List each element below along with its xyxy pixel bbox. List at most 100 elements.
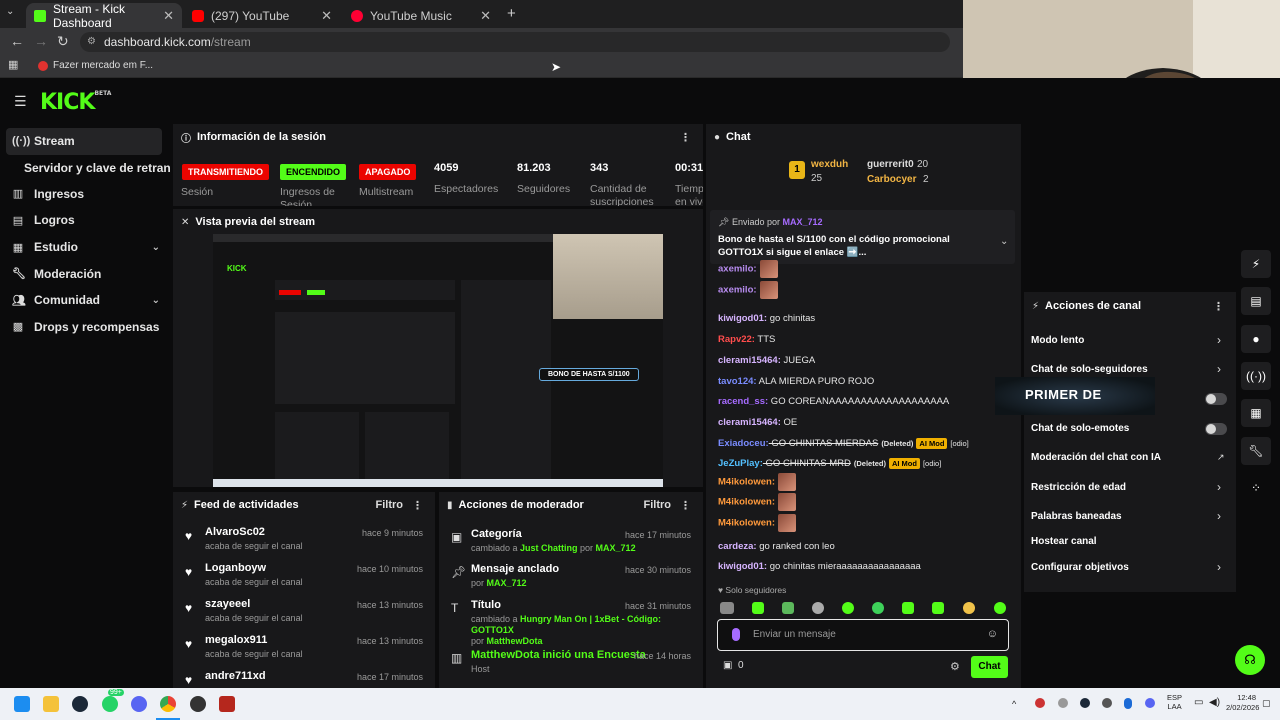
chevron-right-icon[interactable]: › [1217, 480, 1221, 494]
tab-search-icon[interactable]: ⌄ [6, 6, 14, 17]
send-chat-button[interactable]: Chat [971, 656, 1008, 678]
emote-icon[interactable] [720, 602, 734, 614]
chat-username[interactable]: cardeza: [718, 541, 757, 552]
tray-app-icon[interactable] [1035, 698, 1045, 708]
follower-name[interactable]: Loganboyw [205, 562, 266, 574]
close-tab-icon[interactable]: ✕ [163, 8, 174, 24]
bookmark-item[interactable]: Fazer mercado em F... [38, 60, 153, 71]
tab-kick-dashboard[interactable]: Stream - Kick Dashboard ✕ [26, 2, 182, 30]
more-options-icon[interactable]: ⋮ [1213, 300, 1224, 313]
chevron-down-icon[interactable]: ⌄ [1000, 236, 1008, 247]
toggle-switch[interactable] [1205, 393, 1227, 405]
network-icon[interactable]: ▭ [1194, 697, 1203, 708]
sidebar-item-estudio[interactable]: ▦ Estudio ⌄ [0, 234, 170, 261]
bluetooth-icon[interactable] [1124, 698, 1132, 709]
desc-highlight[interactable]: Just Chatting [520, 543, 578, 553]
chat-bubble-icon[interactable]: ● [1241, 325, 1271, 353]
external-link-icon[interactable]: ↗ [1217, 452, 1225, 463]
chat-username[interactable]: kiwigod01: [718, 313, 767, 324]
chat-username[interactable]: Exiadoceu: [718, 438, 769, 449]
sidebar-item-moderacion[interactable]: 🔧︎ Moderación [0, 260, 170, 287]
chat-username[interactable]: Rapv22: [718, 334, 755, 345]
microphone-icon[interactable] [732, 628, 740, 641]
chat-username[interactable]: axemilo: [718, 285, 757, 296]
emote-icon[interactable] [902, 602, 914, 614]
pinned-message[interactable]: 📌︎ Enviado por MAX_712 Bono de hasta el … [710, 210, 1015, 264]
whatsapp-icon[interactable] [102, 696, 118, 712]
emote-icon[interactable] [963, 602, 975, 614]
tray-chevron-icon[interactable]: ^ [1012, 699, 1016, 709]
forward-icon[interactable]: → [34, 33, 48, 49]
language-indicator[interactable]: ESP LAA [1167, 693, 1182, 711]
emote-icon[interactable] [932, 602, 944, 614]
volume-icon[interactable]: ◀) [1209, 697, 1220, 708]
followers-only-option[interactable]: Chat de solo-seguidores [1031, 364, 1148, 375]
chat-username[interactable]: axemilo: [718, 264, 757, 275]
more-options-icon[interactable]: ⋮ [680, 499, 691, 512]
chat-username[interactable]: racend_ss: [718, 396, 768, 407]
chat-input[interactable]: Enviar un mensaje ☺ [717, 619, 1009, 651]
chat-username[interactable]: JeZuPlay: [718, 458, 763, 469]
broadcast-icon[interactable]: ((·)) [1241, 362, 1271, 390]
follower-name[interactable]: AlvaroSc02 [205, 526, 265, 538]
toggle-switch[interactable] [1205, 423, 1227, 435]
filter-button[interactable]: Filtro [644, 499, 672, 511]
emote-icon[interactable] [782, 602, 794, 614]
notifications-icon[interactable]: ▢ [1262, 698, 1271, 709]
chevron-right-icon[interactable]: › [1217, 333, 1221, 347]
new-tab-icon[interactable]: + [507, 5, 516, 22]
follower-name[interactable]: szayeeel [205, 598, 250, 610]
dota-icon[interactable] [219, 696, 235, 712]
chrome-icon[interactable] [160, 696, 176, 712]
banned-words-option[interactable]: Palabras baneadas [1031, 511, 1122, 522]
close-tab-icon[interactable]: ✕ [480, 8, 491, 24]
steam-icon[interactable] [72, 696, 88, 712]
kick-logo[interactable]: KICKBETA [40, 90, 111, 115]
emotes-only-option[interactable]: Chat de solo-emotes [1031, 423, 1129, 434]
host-channel-option[interactable]: Hostear canal [1031, 536, 1097, 547]
desc-user[interactable]: MAX_712 [596, 543, 636, 553]
back-icon[interactable]: ← [10, 33, 24, 49]
stream-preview-video[interactable]: KICK BONO DE HASTA S/1100 [213, 234, 663, 487]
apps-grid-icon[interactable]: ▦ [8, 58, 18, 71]
chat-username[interactable]: kiwigod01: [718, 561, 767, 572]
leaderboard-name[interactable]: wexduh [811, 159, 848, 170]
wrench-icon[interactable]: 🔧︎ [1241, 437, 1271, 465]
obs-icon[interactable] [190, 696, 206, 712]
document-icon[interactable]: ▤ [1241, 287, 1271, 315]
filter-button[interactable]: Filtro [376, 499, 404, 511]
gear-icon[interactable]: ⚙ [950, 660, 960, 673]
close-tab-icon[interactable]: ✕ [321, 8, 332, 24]
tray-discord-icon[interactable] [1145, 698, 1155, 708]
slow-mode-option[interactable]: Modo lento [1031, 335, 1084, 346]
follower-name[interactable]: megalox911 [205, 634, 267, 646]
more-options-icon[interactable]: ⋮ [680, 131, 691, 144]
site-info-icon[interactable]: ⚙ [87, 32, 96, 52]
sidebar-item-server-key[interactable]: Servidor y clave de retransmisión [0, 155, 170, 181]
tray-app-icon[interactable] [1102, 698, 1112, 708]
tab-youtube[interactable]: (297) YouTube ✕ [184, 3, 340, 28]
emote-icon[interactable] [812, 602, 824, 614]
desc-user[interactable]: MAX_712 [487, 578, 527, 588]
lightning-icon[interactable]: ⚡ [1241, 250, 1271, 278]
desc-user[interactable]: MatthewDota [487, 636, 543, 646]
reload-icon[interactable]: ↻ [57, 33, 69, 50]
discord-icon[interactable] [131, 696, 147, 712]
emote-icon[interactable] [752, 602, 764, 614]
emote-icon[interactable] [994, 602, 1006, 614]
file-explorer-icon[interactable] [43, 696, 59, 712]
sidebar-item-stream[interactable]: ((·)) Stream [6, 128, 162, 155]
leaderboard-name[interactable]: guerrerit0 [867, 159, 914, 170]
pinned-by-user[interactable]: MAX_712 [783, 217, 823, 227]
menu-icon[interactable]: ☰ [14, 93, 27, 110]
emote-icon[interactable] [842, 602, 854, 614]
ai-moderation-option[interactable]: Moderación del chat con IA [1031, 452, 1161, 463]
layout-icon[interactable]: ▦ [1241, 399, 1271, 427]
follower-name[interactable]: andre711xd [205, 670, 266, 682]
tray-steam-icon[interactable] [1080, 698, 1090, 708]
chevron-right-icon[interactable]: › [1217, 560, 1221, 574]
tab-youtube-music[interactable]: YouTube Music ✕ [343, 3, 499, 28]
emote-icon[interactable] [872, 602, 884, 614]
age-restriction-option[interactable]: Restricción de edad [1031, 482, 1126, 493]
url-field[interactable]: ⚙ dashboard.kick.com/stream [80, 32, 950, 52]
